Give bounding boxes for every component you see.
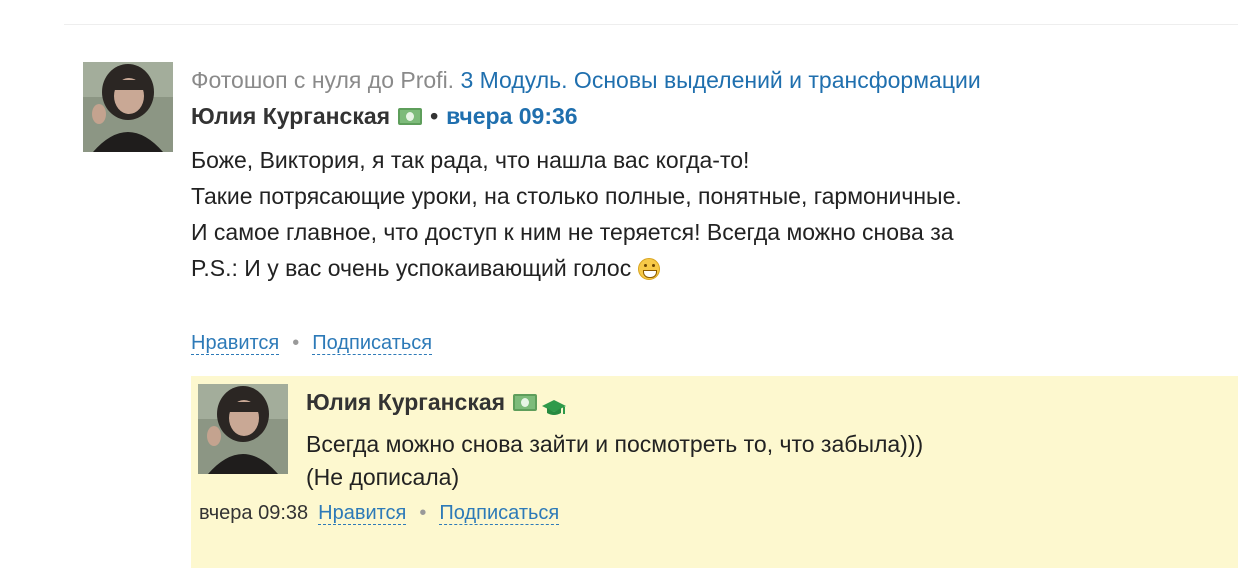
comment-line: Такие потрясающие уроки, на столько полн… (191, 183, 962, 209)
course-title: Фотошоп с нуля до Profi. (191, 67, 455, 93)
reply-line: (Не дописала) (306, 464, 460, 490)
author-line: Юлия Курганская • вчера 09:36 (191, 98, 1231, 134)
reply-line: Всегда можно снова зайти и посмотреть то… (306, 431, 924, 457)
author-name[interactable]: Юлия Курганская (191, 98, 390, 134)
avatar[interactable] (83, 62, 173, 152)
subscribe-link[interactable]: Подписаться (312, 332, 433, 355)
top-divider (64, 24, 1238, 25)
reply-time: вчера 09:38 (199, 502, 309, 524)
reply: Юлия Курганская Всегда можно снова зайти… (191, 376, 1238, 568)
comment-body: Фотошоп с нуля до Profi. 3 Модуль. Основ… (191, 62, 1231, 286)
action-separator: • (419, 502, 427, 524)
module-link[interactable]: 3 Модуль. Основы выделений и трансформац… (460, 67, 980, 93)
comment-line: И самое главное, что доступ к ним не тер… (191, 219, 954, 245)
reply-footer: вчера 09:38 Нравится • Подписаться (199, 500, 560, 526)
money-icon (513, 393, 538, 411)
bullet-separator: • (430, 103, 439, 129)
comment-line: Боже, Виктория, я так рада, что нашла ва… (191, 147, 750, 173)
reply-avatar[interactable] (198, 384, 288, 474)
grinning-face-icon (637, 258, 660, 280)
comment-actions: Нравится • Подписаться (191, 330, 433, 356)
comment-text: Боже, Виктория, я так рада, что нашла ва… (191, 142, 1231, 286)
action-separator: • (292, 332, 300, 354)
reply-like-link[interactable]: Нравится (318, 502, 407, 525)
reply-author-name[interactable]: Юлия Курганская (306, 384, 505, 420)
reply-author-line: Юлия Курганская (306, 384, 567, 420)
comment-line: P.S.: И у вас очень успокаивающий голос (191, 255, 632, 281)
reply-subscribe-link[interactable]: Подписаться (439, 502, 560, 525)
money-icon (398, 107, 423, 125)
breadcrumb: Фотошоп с нуля до Profi. 3 Модуль. Основ… (191, 62, 1231, 98)
comment-time-link[interactable]: вчера 09:36 (446, 98, 577, 134)
graduation-cap-icon (541, 392, 567, 415)
reply-text: Всегда можно снова зайти и посмотреть то… (306, 428, 923, 494)
like-link[interactable]: Нравится (191, 332, 280, 355)
comment-line-ps: P.S.: И у вас очень успокаивающий голос (191, 250, 1231, 286)
